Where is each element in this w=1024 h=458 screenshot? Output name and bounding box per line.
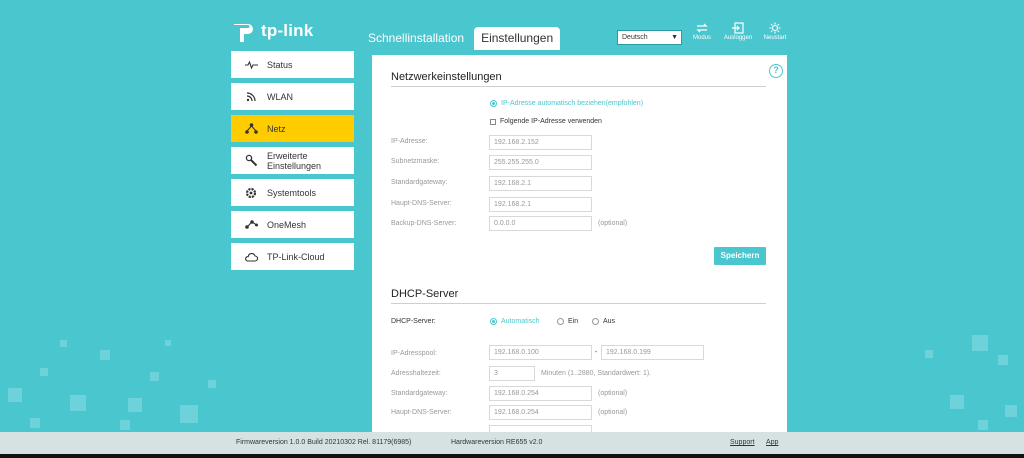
- section-divider: [391, 303, 766, 304]
- primary-dns-label: Haupt-DNS-Server:: [391, 200, 452, 207]
- ip-pool-label: IP-Adresspool:: [391, 350, 437, 357]
- sidebar-item-label: Netz: [267, 123, 286, 134]
- backup-dns-field[interactable]: 0.0.0.0: [489, 216, 592, 231]
- sidebar-item-label: OneMesh: [267, 219, 307, 230]
- radio-dhcp-on-label: Ein: [568, 318, 579, 325]
- radio-dot: [490, 100, 497, 107]
- network-section-title: Netzwerkeinstellungen: [391, 71, 502, 83]
- radio-dot: [557, 318, 564, 325]
- dhcp-dns-field[interactable]: 192.168.0.254: [489, 405, 592, 420]
- settings-panel: [372, 55, 787, 435]
- dhcp-dns-label: Haupt-DNS-Server:: [391, 409, 452, 416]
- sidebar-item-label: TP-Link-Cloud: [267, 251, 325, 262]
- network-icon: [244, 122, 258, 136]
- sidebar-item-label: Status: [267, 59, 293, 70]
- sidebar-item-cloud[interactable]: TP-Link-Cloud: [231, 243, 354, 270]
- radio-dot: [490, 318, 497, 325]
- ip-pool-end-field[interactable]: 192.168.0.199: [601, 345, 704, 360]
- section-divider: [391, 86, 766, 87]
- pulse-icon: [244, 58, 258, 72]
- tab-settings[interactable]: Einstellungen: [474, 27, 561, 50]
- brand-name: tp-link: [261, 21, 314, 40]
- ip-pool-start-field[interactable]: 192.168.0.100: [489, 345, 592, 360]
- ip-address-field[interactable]: 192.168.2.152: [489, 135, 592, 150]
- reboot-icon: [769, 22, 781, 34]
- top-tabs: Schnellinstallation Einstellungen: [362, 27, 561, 50]
- lease-time-note: Minuten (1..2880, Standardwert: 1).: [541, 370, 652, 377]
- checkbox-box: [490, 118, 496, 125]
- sidebar-item-label-line1: Erweiterte: [267, 150, 308, 161]
- subnet-mask-label: Subnetzmaske:: [391, 158, 440, 165]
- chevron-down-icon: ▼: [671, 34, 678, 41]
- default-gateway-field[interactable]: 192.168.2.1: [489, 176, 592, 191]
- logout-button[interactable]: Ausloggen: [723, 22, 753, 41]
- language-value: Deutsch: [622, 34, 648, 41]
- mode-label: Modus: [692, 35, 711, 41]
- radio-dhcp-off-label: Aus: [603, 318, 616, 325]
- sidebar-item-label-line2: Einstellungen: [267, 160, 322, 171]
- sidebar-item-netz[interactable]: Netz: [231, 115, 354, 142]
- radio-dot: [592, 318, 599, 325]
- reboot-button[interactable]: Neustart: [760, 22, 790, 41]
- backup-dns-note: (optional): [598, 220, 628, 227]
- radio-dhcp-auto[interactable]: Automatisch: [490, 318, 540, 325]
- lease-time-field[interactable]: 3: [489, 366, 535, 381]
- subnet-mask-field[interactable]: 255.255.255.0: [489, 155, 592, 170]
- bottom-strip: [0, 454, 1024, 458]
- language-select[interactable]: Deutsch ▼: [617, 30, 682, 45]
- radio-dhcp-on[interactable]: Ein: [557, 318, 578, 325]
- sidebar-item-status[interactable]: Status: [231, 51, 354, 78]
- ip-address-label: IP-Adresse:: [391, 138, 428, 145]
- dhcp-gateway-field[interactable]: 192.168.0.254: [489, 386, 592, 401]
- backup-dns-label: Backup-DNS-Server:: [391, 220, 457, 227]
- radio-ip-manual-label: Folgende IP-Adresse verwenden: [500, 118, 602, 125]
- primary-dns-field[interactable]: 192.168.2.1: [489, 197, 592, 212]
- radio-ip-manual[interactable]: Folgende IP-Adresse verwenden: [490, 118, 602, 125]
- mesh-icon: [244, 218, 258, 232]
- app-link[interactable]: App: [766, 439, 778, 446]
- logout-icon: [732, 22, 744, 34]
- sidebar-item-label: WLAN: [267, 91, 294, 102]
- logout-label: Ausloggen: [723, 35, 753, 41]
- wrench-gear-icon: [244, 154, 258, 168]
- support-link[interactable]: Support: [730, 439, 755, 446]
- save-button[interactable]: Speichern: [714, 247, 766, 265]
- radio-dhcp-auto-label: Automatisch: [501, 318, 540, 325]
- cloud-icon: [244, 250, 258, 264]
- sidebar-item-onemesh[interactable]: OneMesh: [231, 211, 354, 238]
- gear-icon: [244, 186, 258, 200]
- lease-time-label: Adresshaltezeit:: [391, 370, 441, 377]
- wifi-icon: [244, 90, 258, 104]
- sidebar-item-wlan[interactable]: WLAN: [231, 83, 354, 110]
- dhcp-gateway-label: Standardgateway:: [391, 390, 448, 397]
- radio-dhcp-off[interactable]: Aus: [592, 318, 615, 325]
- radio-ip-auto[interactable]: IP-Adresse automatisch beziehen(empfohle…: [490, 100, 643, 107]
- footer: Firmwareversion 1.0.0 Build 20210302 Rel…: [0, 432, 1024, 454]
- default-gateway-label: Standardgateway:: [391, 179, 448, 186]
- help-icon[interactable]: ?: [769, 64, 783, 78]
- dhcp-mode-label: DHCP-Server:: [391, 318, 436, 325]
- sidebar: Status WLAN Netz Erweiterte Einstellunge…: [231, 51, 354, 275]
- tp-link-logo: tp-link: [230, 18, 320, 44]
- tp-link-logo-icon: [234, 24, 253, 42]
- sidebar-item-label: Systemtools: [267, 187, 317, 198]
- mode-button[interactable]: Modus: [687, 22, 717, 41]
- hardware-version: Hardwareversion RE655 v2.0: [451, 439, 543, 446]
- sidebar-item-systemtools[interactable]: Systemtools: [231, 179, 354, 206]
- sidebar-item-label: Erweiterte Einstellungen: [267, 151, 321, 171]
- firmware-version: Firmwareversion 1.0.0 Build 20210302 Rel…: [236, 439, 412, 446]
- dhcp-gateway-note: (optional): [598, 390, 628, 397]
- tab-quick-setup[interactable]: Schnellinstallation: [362, 27, 470, 50]
- dhcp-section-title: DHCP-Server: [391, 288, 459, 300]
- reboot-label: Neustart: [763, 35, 787, 41]
- radio-ip-auto-label: IP-Adresse automatisch beziehen(empfohle…: [501, 100, 644, 107]
- dhcp-dns-note: (optional): [598, 409, 628, 416]
- sidebar-item-advanced[interactable]: Erweiterte Einstellungen: [231, 147, 354, 174]
- ip-pool-separator: -: [595, 349, 598, 356]
- mode-switch-icon: [696, 23, 708, 33]
